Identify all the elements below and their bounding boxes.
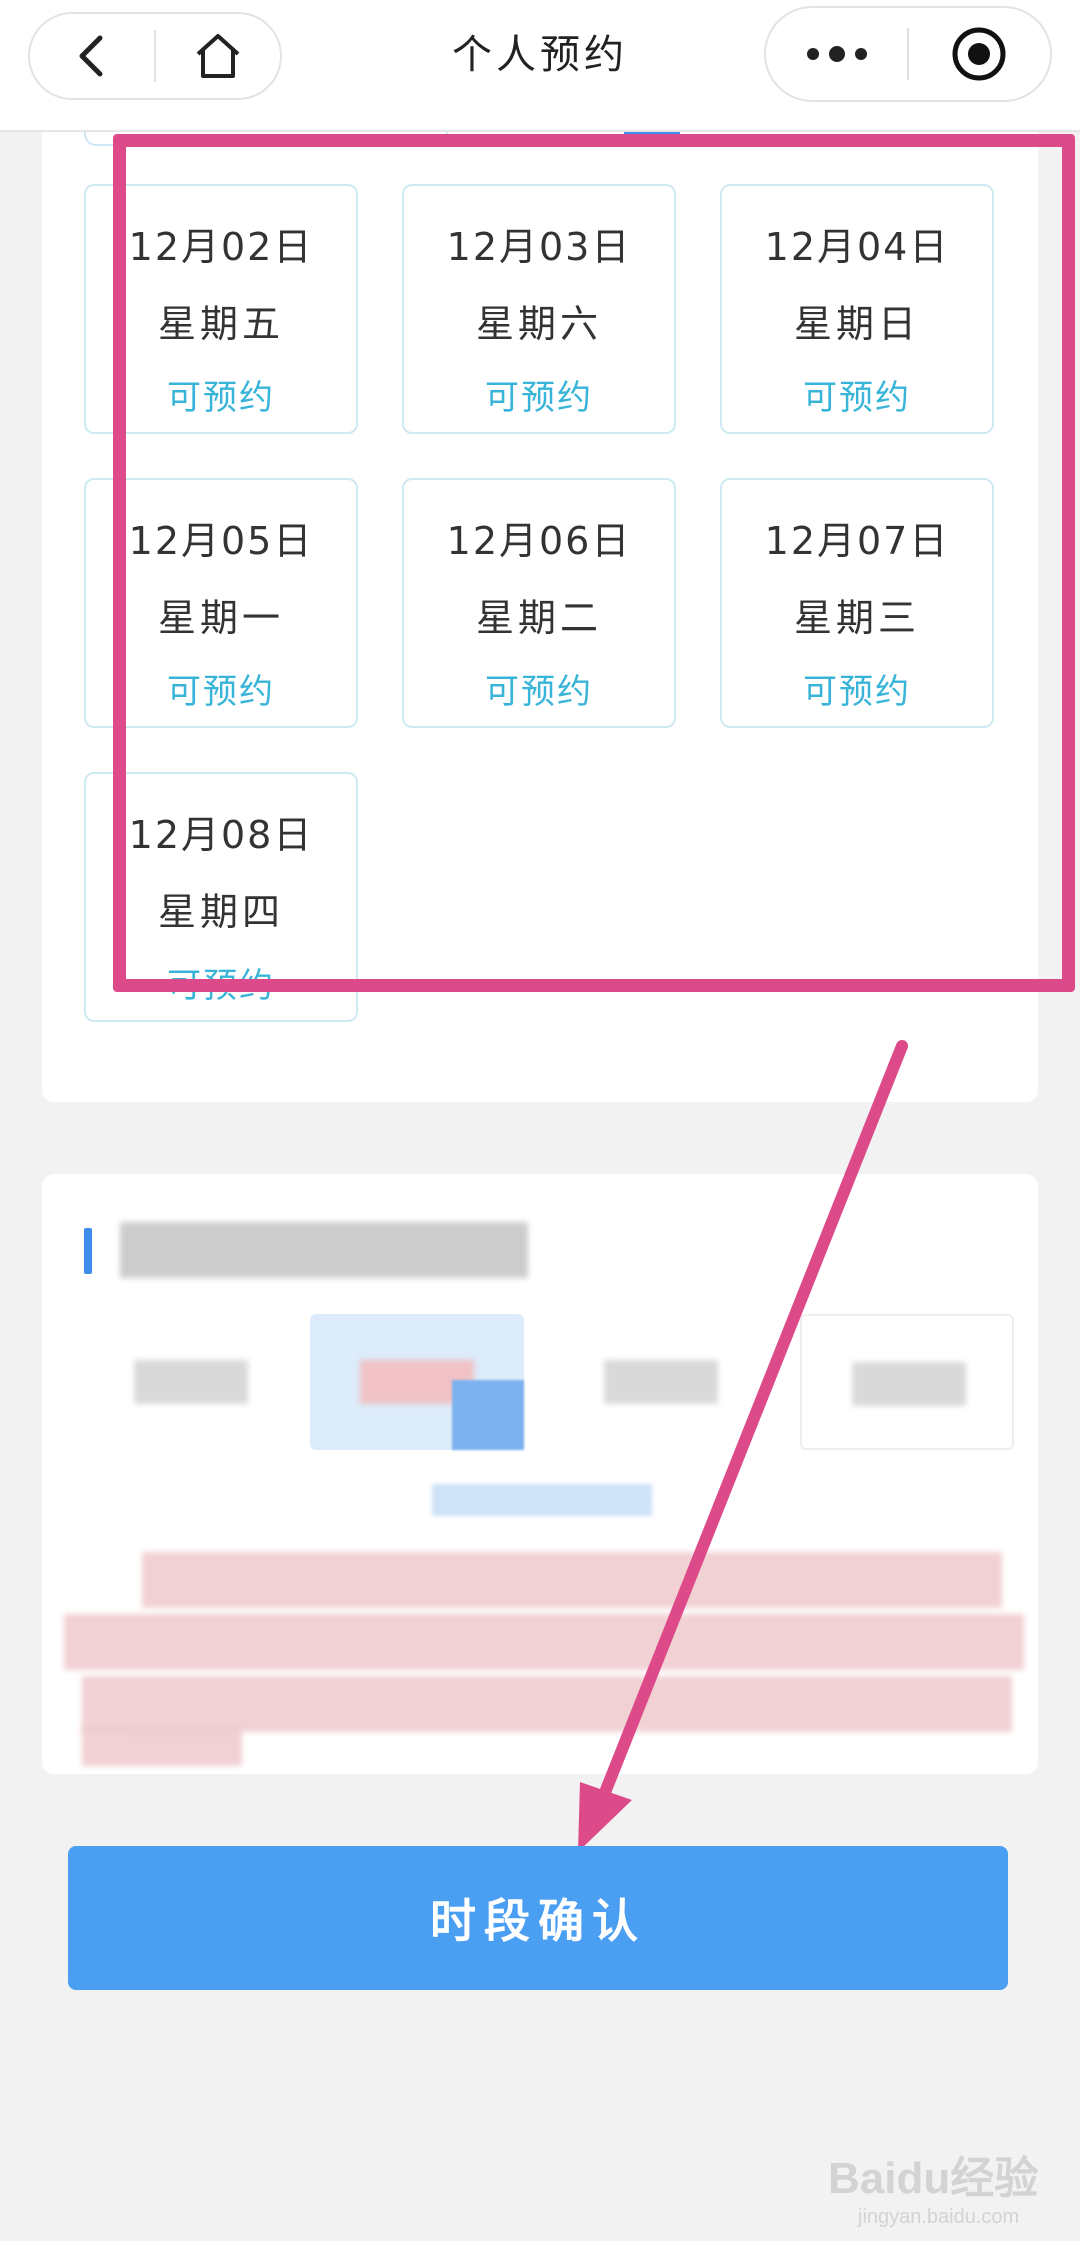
back-button[interactable] (30, 14, 154, 98)
target-circle-icon (952, 27, 1006, 81)
more-button[interactable] (766, 8, 907, 100)
time-slot-tab-selected[interactable] (310, 1314, 524, 1450)
more-dots-icon (806, 46, 867, 62)
notice-text-redacted (64, 1614, 1024, 1670)
confirm-time-slot-button[interactable]: 时段确认 (68, 1846, 1008, 1990)
time-slot-tab[interactable] (554, 1314, 768, 1450)
time-slot-label-redacted (134, 1360, 248, 1404)
nav-capsule-left (28, 12, 282, 100)
notice-text-redacted (82, 1676, 1012, 1732)
close-miniprogram-button[interactable] (909, 8, 1050, 100)
nav-header: 个人预约 (0, 0, 1080, 132)
slot-info-redacted (432, 1484, 652, 1516)
watermark-url: jingyan.baidu.com (858, 2206, 1020, 2228)
time-slot-label-redacted (604, 1360, 718, 1404)
time-slot-card (42, 1174, 1038, 1774)
page-title: 个人预约 (452, 32, 628, 78)
home-icon (196, 34, 240, 78)
chevron-left-icon (79, 35, 103, 77)
time-slot-tab[interactable] (800, 1314, 1014, 1450)
baidu-watermark: Baidu经验 (828, 2154, 1039, 2203)
time-slot-tab[interactable] (84, 1314, 298, 1450)
section-accent-bar (84, 1228, 92, 1274)
home-button[interactable] (156, 14, 280, 98)
notice-text-redacted (142, 1552, 1002, 1608)
selected-check-badge (452, 1380, 524, 1450)
notice-text-redacted (82, 1726, 242, 1766)
section-title-redacted (120, 1222, 528, 1278)
nav-capsule-right (764, 6, 1052, 102)
highlight-annotation-box (113, 134, 1075, 992)
time-slot-label-redacted (852, 1362, 966, 1406)
